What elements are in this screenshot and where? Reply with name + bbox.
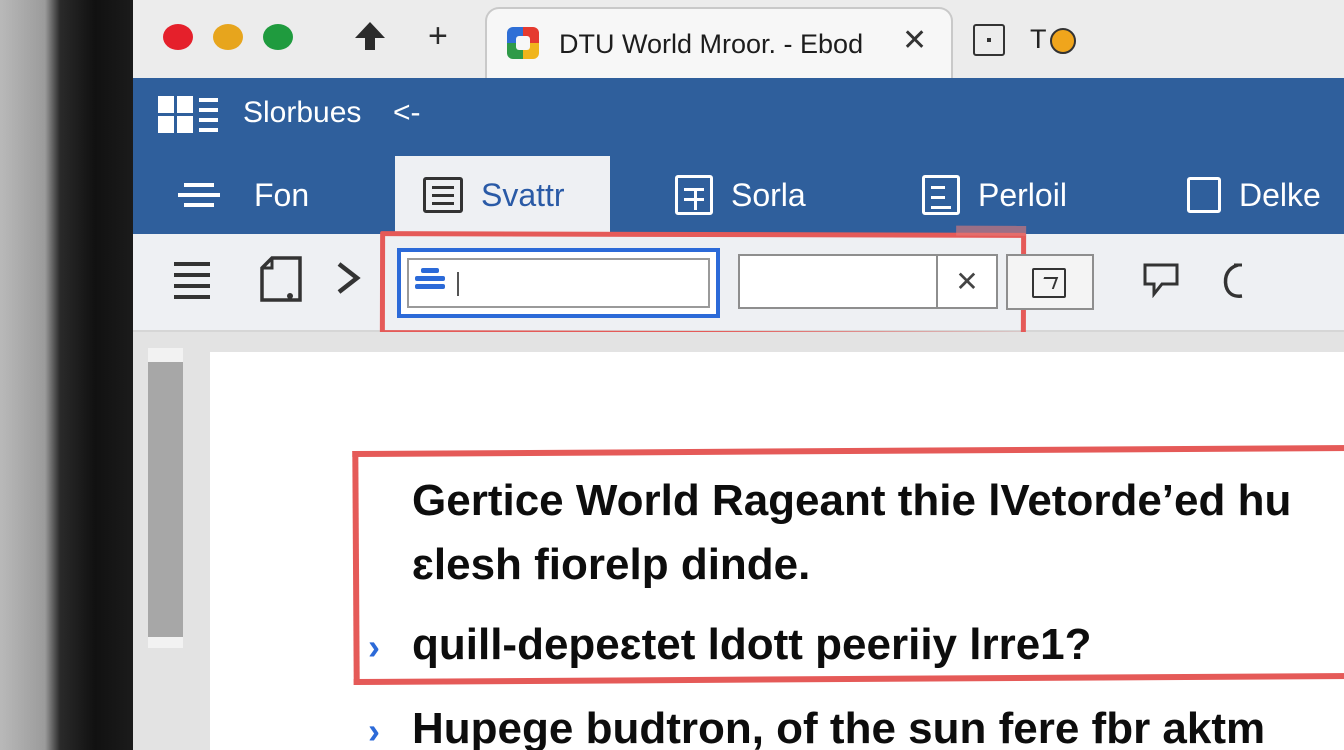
filter-field[interactable]: ✕ xyxy=(738,254,998,309)
tab-perloil[interactable]: Perloil xyxy=(922,156,1067,234)
open-external-button[interactable] xyxy=(1006,254,1094,310)
tab-label: Delke xyxy=(1239,176,1321,213)
tab-close-icon[interactable]: ✕ xyxy=(902,23,927,58)
document-icon[interactable] xyxy=(258,256,304,309)
tab-label: Perloil xyxy=(978,176,1067,213)
document-line-1: Gertice World Rageant thie lVetorde’ed h… xyxy=(412,476,1292,525)
document-line-2: ɛlesh fiorelp dinde. xyxy=(412,540,811,589)
scrollbar-thumb[interactable] xyxy=(148,362,183,637)
new-tab-button[interactable]: + xyxy=(428,16,448,56)
document-line-3: quill-depeɛtet ldott peeriiy lrre1? xyxy=(412,620,1092,669)
up-arrow-icon[interactable] xyxy=(352,18,388,63)
tab-title: DTU World Mroor. - Ebod xyxy=(559,29,864,59)
tab-actions-icon[interactable] xyxy=(973,24,1005,56)
profile-avatar-icon[interactable] xyxy=(1050,28,1076,54)
menu-icon[interactable] xyxy=(172,258,212,305)
chevron-right-icon[interactable] xyxy=(333,258,363,303)
bullet-chevron-icon: › xyxy=(368,626,380,667)
external-link-icon xyxy=(1032,268,1066,298)
app-title: Slorbues xyxy=(243,96,362,129)
device-bezel xyxy=(0,0,133,750)
window-close-dot[interactable] xyxy=(163,24,193,50)
app-title-back-icon[interactable]: <- xyxy=(393,96,421,130)
tab-sorla[interactable]: Sorla xyxy=(675,156,806,234)
comment-icon[interactable] xyxy=(1142,262,1180,303)
window-maximize-dot[interactable] xyxy=(263,24,293,50)
browser-tab-active[interactable]: DTU World Mroor. - Ebod ✕ xyxy=(485,7,953,79)
clear-icon[interactable]: ✕ xyxy=(936,256,996,307)
square-icon xyxy=(1187,177,1221,213)
tab-svattr[interactable]: Svattr xyxy=(395,156,610,234)
panel-split-icon xyxy=(922,175,960,215)
tab-label: Sorla xyxy=(731,176,806,213)
menu-lines-icon xyxy=(178,177,220,213)
tab-label: Svattr xyxy=(481,176,565,213)
bullet-chevron-icon: › xyxy=(368,710,380,750)
tab-favicon-icon xyxy=(507,27,539,59)
tab-fon[interactable]: Fon xyxy=(178,156,339,234)
search-stack-icon xyxy=(415,268,445,294)
phone-icon[interactable] xyxy=(1220,262,1250,305)
profile-label: T xyxy=(1030,24,1047,54)
search-input[interactable] xyxy=(465,264,695,302)
search-input-field[interactable] xyxy=(397,248,720,318)
app-logo-icon xyxy=(158,96,220,136)
tab-label: Fon xyxy=(254,176,310,213)
text-caret xyxy=(457,272,459,296)
document-line-4: Hupege budtron, of the sun fere fbr aktm xyxy=(412,704,1266,750)
layout-box-icon xyxy=(423,177,463,213)
filter-input[interactable] xyxy=(746,262,932,302)
window-minimize-dot[interactable] xyxy=(213,24,243,50)
tab-delke[interactable]: Delke xyxy=(1187,156,1321,234)
calendar-grid-icon xyxy=(675,175,713,215)
